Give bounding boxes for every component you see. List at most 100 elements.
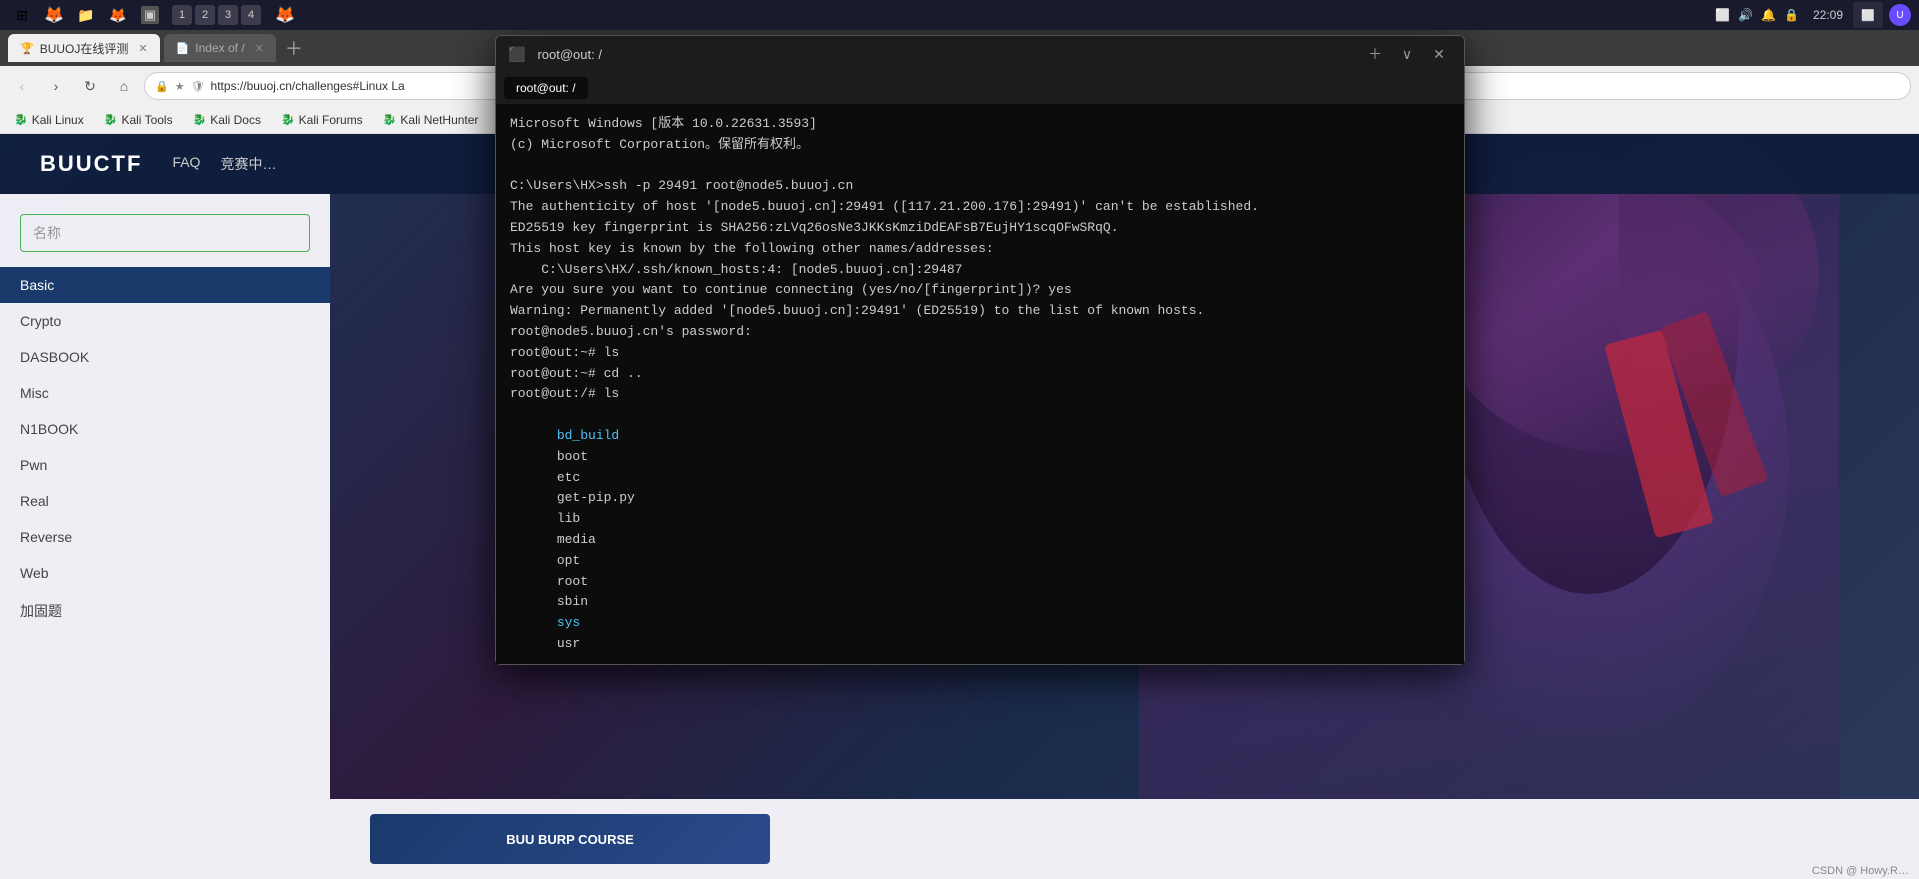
site-logo: BUUCTF: [40, 151, 142, 177]
file-explorer-taskbar-button[interactable]: 📁: [72, 1, 100, 29]
start-icon: ⊞: [16, 7, 28, 24]
screen-icon[interactable]: ⬜: [1715, 8, 1730, 22]
terminal-line-password: root@node5.buuoj.cn's password:: [510, 322, 1450, 343]
course-card[interactable]: BUU BURP COURSE: [370, 814, 770, 864]
bookmark-kali-tools-label: Kali Tools: [121, 113, 172, 127]
app3-icon: 🦊: [109, 7, 126, 24]
terminal-body[interactable]: Microsoft Windows [版本 10.0.22631.3593] (…: [496, 104, 1464, 664]
bookmark-kali-linux-label: Kali Linux: [32, 113, 84, 127]
search-box[interactable]: 名称: [20, 214, 310, 252]
clock: 22:09: [1813, 8, 1843, 22]
shield-icon: 🛡: [191, 80, 205, 93]
lock-icon[interactable]: 🔒: [1784, 8, 1799, 22]
terminal-line-2: (c) Microsoft Corporation。保留所有权利。: [510, 135, 1450, 156]
nav-faq[interactable]: FAQ: [172, 154, 200, 174]
reload-button[interactable]: ↻: [76, 72, 104, 100]
sidebar-item-misc[interactable]: Misc: [0, 375, 330, 411]
start-button[interactable]: ⊞: [8, 1, 36, 29]
volume-icon[interactable]: 🔊: [1738, 8, 1753, 22]
terminal-line-warning: Warning: Permanently added '[node5.buuoj…: [510, 301, 1450, 322]
terminal-line-hostkey: This host key is known by the following …: [510, 239, 1450, 260]
tab-index[interactable]: 📄 Index of / ✕: [164, 34, 276, 62]
bookmark-kali-nethunter-label: Kali NetHunter: [400, 113, 478, 127]
ls-getpip: get-pip.py: [557, 490, 635, 505]
bookmark-kali-nethunter[interactable]: 🐉 Kali NetHunter: [377, 111, 485, 129]
kali-tools-favicon: 🐉: [104, 113, 118, 126]
bookmark-kali-tools[interactable]: 🐉 Kali Tools: [98, 111, 179, 129]
new-tab-button[interactable]: ＋: [280, 34, 308, 62]
terminal-line-ls2: root@out:/# ls: [510, 384, 1450, 405]
terminal-line-ls-output1: bd_build boot etc get-pip.py lib media o…: [510, 405, 1450, 664]
back-button[interactable]: ‹: [8, 72, 36, 100]
win-num-4[interactable]: 4: [241, 5, 261, 25]
tab-buuoj-favicon: 🏆: [20, 42, 34, 55]
terminal-title-text: root@out: /: [537, 47, 1354, 62]
app3-taskbar-button[interactable]: 🦊: [104, 1, 132, 29]
terminal-line-1: Microsoft Windows [版本 10.0.22631.3593]: [510, 114, 1450, 135]
terminal-line-blank: [510, 156, 1450, 177]
sidebar-item-basic[interactable]: Basic: [0, 267, 330, 303]
firefox2-taskbar-button[interactable]: 🦊: [271, 1, 299, 29]
terminal-new-tab-button[interactable]: ＋: [1362, 41, 1388, 67]
sidebar-menu: Basic Crypto DASBOOK Misc N1BOOK Pwn Rea…: [0, 267, 330, 631]
tab-index-close[interactable]: ✕: [255, 42, 264, 55]
firefox-taskbar-button[interactable]: 🦊: [40, 1, 68, 29]
tab-index-favicon: 📄: [176, 42, 190, 55]
sidebar: 名称 Basic Crypto DASBOOK Misc N1BOOK Pwn …: [0, 194, 330, 799]
nav-competition[interactable]: 竞赛中…: [220, 154, 276, 174]
ls-sys: sys: [557, 615, 580, 630]
sidebar-item-crypto[interactable]: Crypto: [0, 303, 330, 339]
terminal-line-continue: Are you sure you want to continue connec…: [510, 280, 1450, 301]
terminal-close-button[interactable]: ✕: [1426, 41, 1452, 67]
bookmark-kali-docs[interactable]: 🐉 Kali Docs: [187, 111, 267, 129]
sidebar-item-pwn[interactable]: Pwn: [0, 447, 330, 483]
terminal-tabs: root@out: /: [496, 72, 1464, 104]
forward-button[interactable]: ›: [42, 72, 70, 100]
ls-lib: lib: [557, 511, 580, 526]
systray-icons: ⬜ 🔊 🔔 🔒: [1715, 8, 1799, 22]
avatar[interactable]: U: [1889, 4, 1911, 26]
kali-nethunter-favicon: 🐉: [383, 113, 397, 126]
bookmark-kali-linux[interactable]: 🐉 Kali Linux: [8, 111, 90, 129]
sidebar-item-dasbook[interactable]: DASBOOK: [0, 339, 330, 375]
sidebar-item-reverse[interactable]: Reverse: [0, 519, 330, 555]
ls-etc: etc: [557, 470, 580, 485]
bookmark-kali-forums[interactable]: 🐉 Kali Forums: [275, 111, 369, 129]
site-nav: FAQ 竞赛中…: [172, 154, 276, 174]
terminal-line-fingerprint: ED25519 key fingerprint is SHA256:zLVq26…: [510, 218, 1450, 239]
csdn-watermark: CSDN @ Howy.R…: [1812, 865, 1909, 877]
terminal-logo-icon: ⬛: [508, 46, 525, 63]
bookmark-kali-docs-label: Kali Docs: [210, 113, 261, 127]
notification-icon[interactable]: 🔔: [1761, 8, 1776, 22]
win-num-3[interactable]: 3: [218, 5, 238, 25]
terminal-tab-root[interactable]: root@out: /: [504, 77, 588, 99]
sidebar-item-jiaoguti[interactable]: 加固题: [0, 591, 330, 631]
app4-taskbar-button[interactable]: ▣: [136, 1, 164, 29]
win-num-2[interactable]: 2: [195, 5, 215, 25]
sidebar-item-web[interactable]: Web: [0, 555, 330, 591]
terminal-line-ls1: root@out:~# ls: [510, 343, 1450, 364]
sidebar-item-real[interactable]: Real: [0, 483, 330, 519]
win-num-1[interactable]: 1: [172, 5, 192, 25]
ls-bd-build: bd_build: [557, 428, 619, 443]
terminal-line-ssh: C:\Users\HX>ssh -p 29491 root@node5.buuo…: [510, 176, 1450, 197]
terminal-line-knownhosts: C:\Users\HX/.ssh/known_hosts:4: [node5.b…: [510, 260, 1450, 281]
terminal-chevron-down-button[interactable]: ∨: [1394, 41, 1420, 67]
tab-buuoj[interactable]: 🏆 BUUOJ在线评测 ✕: [8, 34, 160, 62]
ls-root: root: [557, 574, 588, 589]
bookmark-star-icon: ★: [175, 80, 185, 93]
terminal-titlebar: ⬛ root@out: / ＋ ∨ ✕: [496, 36, 1464, 72]
home-button[interactable]: ⌂: [110, 72, 138, 100]
terminal-line-auth: The authenticity of host '[node5.buuoj.c…: [510, 197, 1450, 218]
kali-forums-favicon: 🐉: [281, 113, 295, 126]
notification-center-icon[interactable]: ⬜: [1853, 2, 1883, 28]
terminal-window: ⬛ root@out: / ＋ ∨ ✕ root@out: / Microsof…: [495, 35, 1465, 665]
tab-index-title: Index of /: [195, 41, 244, 55]
ls-media: media: [557, 532, 596, 547]
taskbar: ⊞ 🦊 📁 🦊 ▣ 1 2 3 4 🦊 ⬜ 🔊 🔔 🔒 22:09 ⬜ U: [0, 0, 1919, 30]
ls-boot: boot: [557, 449, 588, 464]
tab-buuoj-close[interactable]: ✕: [138, 42, 147, 55]
firefox2-icon: 🦊: [275, 5, 295, 25]
sidebar-item-n1book[interactable]: N1BOOK: [0, 411, 330, 447]
tab-buuoj-title: BUUOJ在线评测: [40, 40, 129, 57]
